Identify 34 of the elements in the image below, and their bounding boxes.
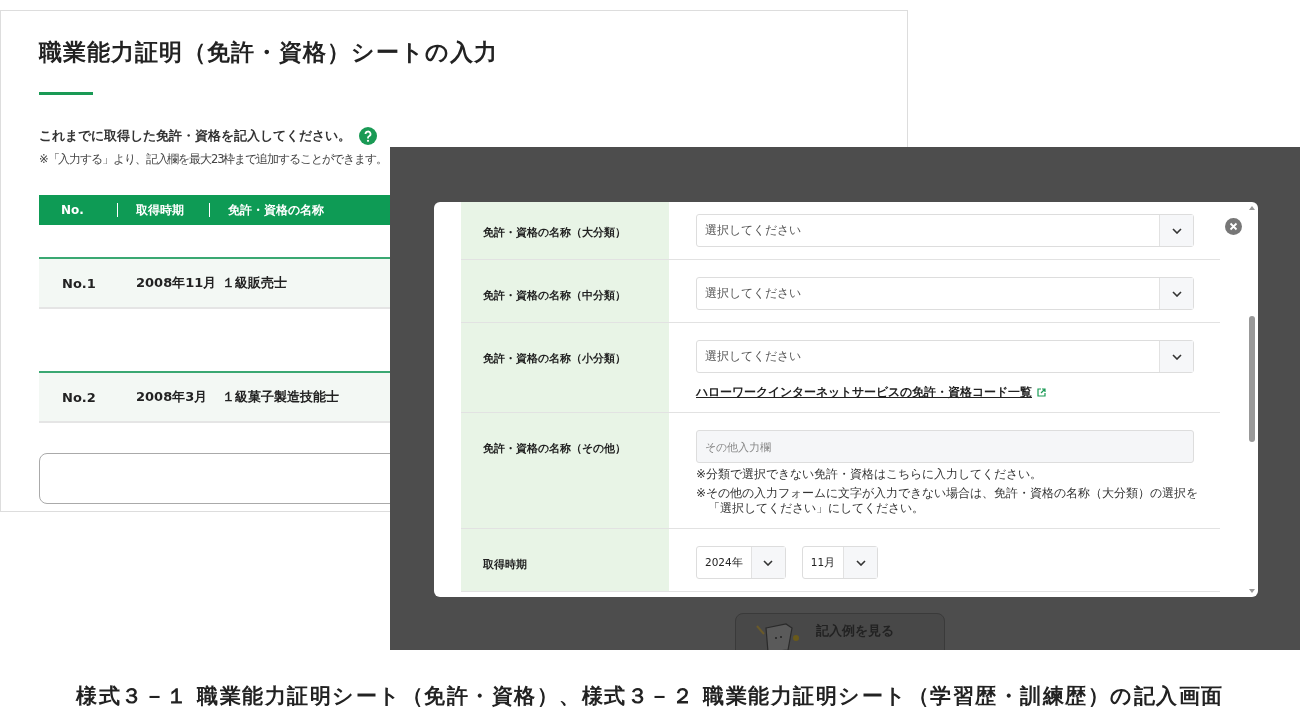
table-cell-text: No.2 (61, 389, 97, 405)
note-text: ※「入力する」より、記入欄を最大23枠まで追加することができます。 (39, 152, 388, 167)
table-cell-text: No.1 (61, 275, 97, 291)
select-field[interactable]: 選択してください (696, 277, 1194, 310)
table-cell-text: １級販売士 (222, 274, 288, 292)
field-label: 免許・資格の名称（小分類） (461, 323, 669, 412)
help-icon[interactable] (359, 127, 377, 145)
scrollbar[interactable] (1248, 204, 1256, 595)
month-select[interactable]: 11月 (801, 546, 879, 579)
caret-icon (1171, 353, 1182, 360)
caret-icon (855, 559, 866, 566)
year-select[interactable]: 2024年 (696, 546, 786, 579)
close-icon[interactable] (1225, 218, 1242, 235)
field-note: ※分類で選択できない免許・資格はこちらに入力してください。 (696, 467, 1044, 482)
instruction-text: これまでに取得した免許・資格を記入してください。 (39, 127, 351, 145)
table-cell-text: １級菓子製造技能士 (222, 388, 340, 406)
select-field[interactable]: 選択してください (696, 214, 1194, 247)
input-field[interactable]: その他入力欄 (696, 430, 1194, 463)
mascot-icon (754, 622, 802, 650)
figure-caption: 様式３－１ 職業能力証明シート（免許・資格）、様式３－２ 職業能力証明シート（学習歴・訓練歴）の記入画面 (74, 683, 1225, 710)
external-link-icon (1037, 388, 1046, 397)
field-label: 免許・資格の名称（中分類） (461, 260, 669, 322)
caret-icon (1171, 227, 1182, 234)
page-title: 職業能力証明（免許・資格）シートの入力 (39, 38, 499, 67)
select-field[interactable]: 選択してください (696, 340, 1194, 373)
field-label: 免許・資格の名称（大分類） (461, 202, 669, 259)
table-cell-text: 2008年11月 (135, 274, 218, 292)
field-label: 免許・資格の名称（その他） (461, 413, 669, 528)
caret-icon (763, 559, 774, 566)
table-cell-text: 2008年3月 (135, 388, 209, 406)
code-list-link[interactable]: ハローワークインターネットサービスの免許・資格コード一覧 (696, 385, 1046, 400)
field-note: ※その他の入力フォームに文字が入力できない場合は、免許・資格の名称（大分類）の選択を「選択してください」にしてください。 (696, 486, 1200, 516)
caret-icon (1171, 290, 1182, 297)
field-label: 取得時期 (461, 529, 669, 591)
